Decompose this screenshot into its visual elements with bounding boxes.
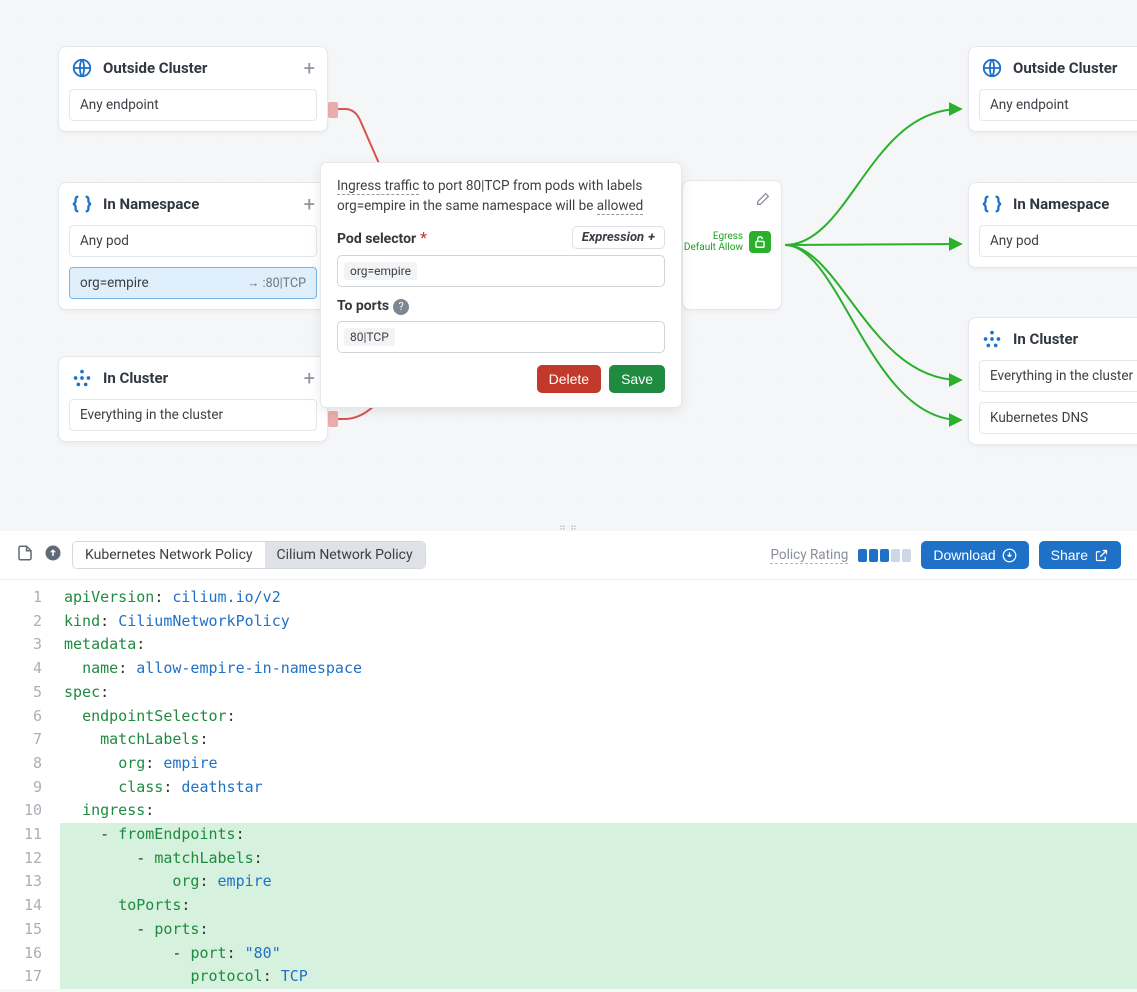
node-outside-cluster-right[interactable]: Outside Cluster Any endpoint	[968, 46, 1137, 132]
row-label: Everything in the cluster	[80, 407, 223, 423]
ingress-stub	[328, 411, 338, 427]
expression-label: Expression	[582, 230, 644, 245]
policy-rating-meter	[858, 549, 911, 562]
node-in-cluster-left[interactable]: In Cluster + Everything in the cluster	[58, 356, 328, 442]
node-outside-cluster-left[interactable]: Outside Cluster + Any endpoint	[58, 46, 328, 132]
line-gutter: 1234567891011121314151617	[0, 586, 60, 989]
node-row[interactable]: Kubernetes DNS	[979, 402, 1137, 434]
braces-icon	[71, 193, 93, 215]
row-label: org=empire	[80, 275, 149, 291]
cluster-icon	[981, 328, 1003, 350]
egress-label: Egress	[684, 231, 743, 242]
node-row[interactable]: Any pod	[69, 225, 317, 257]
add-rule-button[interactable]: +	[304, 197, 315, 211]
to-ports-input[interactable]: 80|TCP	[337, 321, 665, 353]
upload-icon[interactable]	[44, 544, 62, 566]
braces-icon	[981, 193, 1003, 215]
cluster-icon	[71, 367, 93, 389]
node-title: Outside Cluster	[103, 59, 294, 77]
add-rule-button[interactable]: +	[304, 61, 315, 75]
row-label: Any pod	[990, 233, 1039, 249]
unlock-icon	[749, 231, 771, 253]
download-label: Download	[933, 547, 995, 563]
required-marker: *	[420, 228, 427, 247]
node-title: In Cluster	[1013, 330, 1137, 348]
edit-icon[interactable]	[755, 191, 771, 211]
code-toolbar: Kubernetes Network Policy Cilium Network…	[0, 531, 1137, 580]
add-rule-button[interactable]: +	[304, 371, 315, 385]
pod-selector-chip[interactable]: org=empire	[344, 262, 417, 280]
node-title: In Namespace	[1013, 195, 1137, 213]
pod-selector-input[interactable]: org=empire	[337, 255, 665, 287]
node-row[interactable]: Everything in the cluster	[979, 360, 1137, 392]
policy-rating-label[interactable]: Policy Rating	[770, 547, 848, 564]
delete-button[interactable]: Delete	[537, 365, 601, 393]
node-row[interactable]: Any endpoint	[979, 89, 1137, 121]
node-title: In Cluster	[103, 369, 294, 387]
rule-description: Ingress traffic to port 80|TCP from pods…	[337, 177, 665, 216]
row-port: → :80|TCP	[247, 276, 306, 291]
external-link-icon	[1094, 548, 1109, 563]
node-in-cluster-right[interactable]: In Cluster Everything in the cluster Kub…	[968, 317, 1137, 445]
expression-button[interactable]: Expression +	[572, 226, 665, 249]
tab-cilium-policy[interactable]: Cilium Network Policy	[265, 542, 425, 568]
node-in-namespace-right[interactable]: In Namespace Any pod	[968, 182, 1137, 268]
node-row[interactable]: Any pod	[979, 225, 1137, 257]
port-chip[interactable]: 80|TCP	[344, 328, 395, 346]
rule-edit-popup: Ingress traffic to port 80|TCP from pods…	[320, 162, 682, 408]
row-label: Everything in the cluster	[990, 368, 1133, 384]
desc-ingress: Ingress traffic	[337, 178, 419, 195]
globe-icon	[981, 57, 1003, 79]
code-panel: Kubernetes Network Policy Cilium Network…	[0, 531, 1137, 989]
globe-icon	[71, 57, 93, 79]
pod-selector-label: Pod selector	[337, 231, 416, 247]
tab-k8s-policy[interactable]: Kubernetes Network Policy	[73, 542, 265, 568]
node-row[interactable]: Any endpoint	[69, 89, 317, 121]
policy-format-tabs: Kubernetes Network Policy Cilium Network…	[72, 541, 426, 569]
egress-badge: Egress Default Allow	[684, 231, 771, 253]
new-file-icon[interactable]	[16, 544, 34, 566]
row-label: Kubernetes DNS	[990, 410, 1088, 426]
node-title: In Namespace	[103, 195, 294, 213]
policy-canvas[interactable]: Outside Cluster + Any endpoint In Namesp…	[0, 0, 1137, 525]
help-icon[interactable]: ?	[393, 299, 409, 315]
to-ports-label: To ports	[337, 298, 389, 314]
download-button[interactable]: Download	[921, 541, 1028, 569]
node-title: Outside Cluster	[1013, 59, 1137, 77]
node-in-namespace-left[interactable]: In Namespace + Any pod org=empire → :80|…	[58, 182, 328, 310]
ingress-stub	[328, 102, 338, 118]
code-editor[interactable]: 1234567891011121314151617 apiVersion: ci…	[0, 580, 1137, 989]
row-label: Any pod	[80, 233, 129, 249]
share-button[interactable]: Share	[1039, 541, 1121, 569]
node-policy-center[interactable]: Egress Default Allow	[682, 180, 782, 310]
code-body[interactable]: apiVersion: cilium.io/v2kind: CiliumNetw…	[60, 586, 1137, 989]
egress-sublabel: Default Allow	[684, 242, 743, 253]
node-row-selected[interactable]: org=empire → :80|TCP	[69, 267, 317, 299]
row-label: Any endpoint	[990, 97, 1069, 113]
desc-allowed: allowed	[597, 198, 644, 215]
share-label: Share	[1051, 547, 1088, 563]
row-label: Any endpoint	[80, 97, 159, 113]
plus-icon: +	[648, 230, 655, 245]
save-button[interactable]: Save	[609, 365, 665, 393]
node-row[interactable]: Everything in the cluster	[69, 399, 317, 431]
download-icon	[1002, 548, 1017, 563]
